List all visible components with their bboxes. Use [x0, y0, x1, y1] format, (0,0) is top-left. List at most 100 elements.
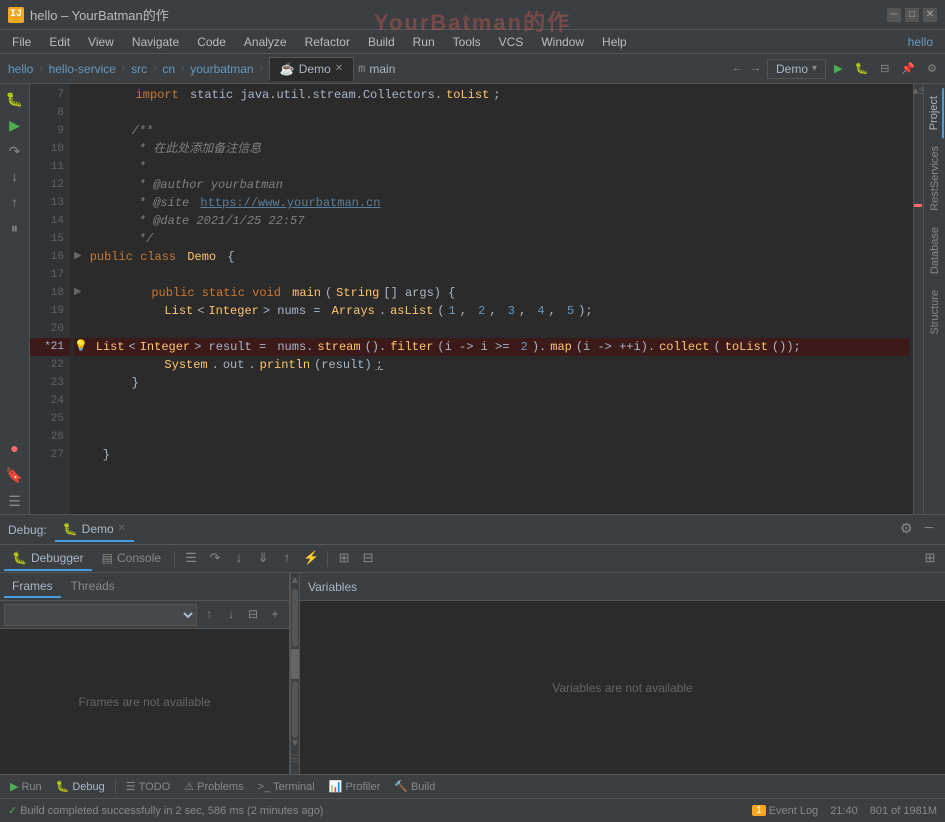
- frame-down-button[interactable]: ↓: [221, 605, 241, 625]
- right-tab-project[interactable]: Project: [926, 88, 944, 138]
- force-step-into-button[interactable]: ⇓: [252, 548, 274, 570]
- scroll-down-button[interactable]: ▼: [292, 740, 298, 750]
- breadcrumb-hello[interactable]: hello: [4, 62, 37, 76]
- debug-button-tab[interactable]: 🐛: [851, 60, 873, 78]
- menu-run[interactable]: Run: [405, 33, 443, 51]
- menu-navigate[interactable]: Navigate: [124, 33, 187, 51]
- step-into-button[interactable]: ↓: [228, 548, 250, 570]
- run-bottom-button[interactable]: ▶ Run: [4, 778, 48, 795]
- layout-button[interactable]: ⊟: [876, 60, 893, 78]
- tab-close-icon[interactable]: ✕: [335, 63, 343, 74]
- breadcrumb-cn[interactable]: cn: [158, 62, 179, 76]
- step-over-icon[interactable]: ↷: [3, 140, 27, 164]
- right-sidebar: Project RestServices Database Structure: [923, 84, 945, 514]
- menu-edit[interactable]: Edit: [41, 33, 78, 51]
- debug-tab-demo[interactable]: 🐛 Demo ✕: [55, 518, 134, 542]
- menu-view[interactable]: View: [80, 33, 122, 51]
- terminal-icon-bottom: >_: [258, 781, 271, 793]
- editor-scrollbar[interactable]: ▲3: [913, 84, 923, 514]
- menu-vcs[interactable]: VCS: [491, 33, 532, 51]
- run-config-dropdown[interactable]: Demo ▾: [767, 59, 826, 79]
- build-bottom-button[interactable]: 🔨 Build: [388, 778, 441, 795]
- terminal-bottom-button[interactable]: >_ Terminal: [252, 779, 321, 795]
- fold-arrow-18[interactable]: ▶: [74, 284, 82, 302]
- menu-help[interactable]: Help: [594, 33, 635, 51]
- settings-button-tab[interactable]: ⚙: [923, 60, 941, 78]
- frame-filter-button[interactable]: ⊟: [243, 605, 263, 625]
- scroll-up-button[interactable]: ▲: [292, 577, 298, 587]
- editor-area[interactable]: 7 8 9 10 11 12 13 14 15 16 17 18 19 20 *…: [30, 84, 923, 514]
- code-line-13: * @site https://www.yourbatman.cn: [74, 194, 909, 212]
- menu-refactor[interactable]: Refactor: [297, 33, 358, 51]
- scroll-track[interactable]: [292, 589, 298, 647]
- scroll-icon: ☰: [291, 750, 300, 770]
- status-right: 1 Event Log 21:40 801 of 1981M: [752, 805, 937, 817]
- code-content[interactable]: import static java.util.stream.Collector…: [70, 84, 913, 514]
- debug-bottom-button[interactable]: 🐛 Debug: [50, 778, 111, 795]
- debugger-tab[interactable]: 🐛 Debugger: [4, 547, 92, 571]
- debug-layout-button[interactable]: ⊞: [919, 548, 941, 570]
- code-line-22: System.out.println(result);: [74, 356, 909, 374]
- resume-button[interactable]: ☰: [180, 548, 202, 570]
- right-tab-database[interactable]: Database: [927, 219, 943, 282]
- breadcrumb-src[interactable]: src: [127, 62, 151, 76]
- step-into-icon[interactable]: ↓: [3, 166, 27, 190]
- run-to-cursor-button[interactable]: ⚡: [300, 548, 322, 570]
- fold-arrow-16[interactable]: ▶: [74, 248, 82, 266]
- pause-icon[interactable]: ⏸: [3, 218, 27, 242]
- step-out-button[interactable]: ↑: [276, 548, 298, 570]
- breakpoint-icon[interactable]: ●: [3, 438, 27, 462]
- frame-add-button[interactable]: +: [265, 605, 285, 625]
- console-tab[interactable]: ▤ Console: [94, 547, 169, 571]
- line-num-14: 14: [30, 212, 70, 230]
- step-over-button[interactable]: ↷: [204, 548, 226, 570]
- breadcrumb-service[interactable]: hello-service: [45, 62, 120, 76]
- step-out-icon[interactable]: ↑: [3, 192, 27, 216]
- todo-icon[interactable]: ☰: [3, 490, 27, 514]
- run-icon[interactable]: ▶: [3, 114, 27, 138]
- problems-bottom-button[interactable]: ⚠ Problems: [178, 778, 249, 795]
- line-num-8: 8: [30, 104, 70, 122]
- menu-window[interactable]: Window: [533, 33, 592, 51]
- frames-dropdown[interactable]: [4, 604, 197, 626]
- memory-item[interactable]: 801 of 1981M: [870, 805, 937, 817]
- breadcrumb-yourbatman[interactable]: yourbatman: [186, 62, 257, 76]
- bookmark-icon[interactable]: 🔖: [3, 464, 27, 488]
- event-log-item[interactable]: 1 Event Log: [752, 805, 818, 817]
- frames-tab[interactable]: Frames: [4, 576, 61, 598]
- profiler-bottom-button[interactable]: 📊 Profiler: [323, 778, 387, 795]
- debug-session-close[interactable]: ✕: [118, 523, 126, 534]
- menu-code[interactable]: Code: [189, 33, 234, 51]
- debug-icon[interactable]: 🐛: [3, 88, 27, 112]
- watches-button[interactable]: ⊟: [357, 548, 379, 570]
- menu-tools[interactable]: Tools: [445, 33, 489, 51]
- right-tab-restservices[interactable]: RestServices: [927, 138, 943, 219]
- line-num-24: 24: [30, 392, 70, 410]
- pin-button[interactable]: 📌: [897, 60, 919, 78]
- menu-build[interactable]: Build: [360, 33, 403, 51]
- evaluate-button[interactable]: ⊞: [333, 548, 355, 570]
- scroll-track-bottom[interactable]: [292, 681, 298, 739]
- minimize-button[interactable]: ─: [887, 8, 901, 22]
- file-tab-demo[interactable]: ☕ Demo ✕: [269, 57, 354, 81]
- vertical-scrollbar[interactable]: ▲ ▼ ☰: [290, 573, 300, 774]
- nav-forward-button[interactable]: →: [748, 61, 763, 77]
- todo-bottom-button[interactable]: ☰ TODO: [120, 778, 176, 795]
- maximize-button[interactable]: □: [905, 8, 919, 22]
- close-button[interactable]: ✕: [923, 8, 937, 22]
- window-controls[interactable]: ─ □ ✕: [887, 8, 937, 22]
- variables-panel: Variables Variables are not available: [300, 573, 945, 774]
- line-num-10: 10: [30, 140, 70, 158]
- menu-file[interactable]: File: [4, 33, 39, 51]
- right-tab-structure[interactable]: Structure: [927, 282, 943, 343]
- debug-settings-button[interactable]: ⚙: [896, 519, 917, 540]
- scroll-handle[interactable]: [291, 649, 299, 679]
- debug-label: Debug:: [8, 523, 47, 537]
- menu-analyze[interactable]: Analyze: [236, 33, 295, 51]
- run-button-tab[interactable]: ▶: [830, 60, 846, 78]
- debug-minimize-button[interactable]: ─: [921, 519, 937, 540]
- menu-greeting[interactable]: hello: [900, 33, 941, 51]
- nav-back-button[interactable]: ←: [730, 61, 745, 77]
- threads-tab[interactable]: Threads: [63, 576, 123, 598]
- frame-up-button[interactable]: ↑: [199, 605, 219, 625]
